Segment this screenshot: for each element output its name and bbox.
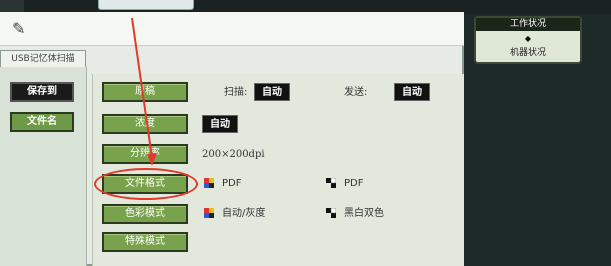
annotation-arrow bbox=[131, 17, 157, 166]
